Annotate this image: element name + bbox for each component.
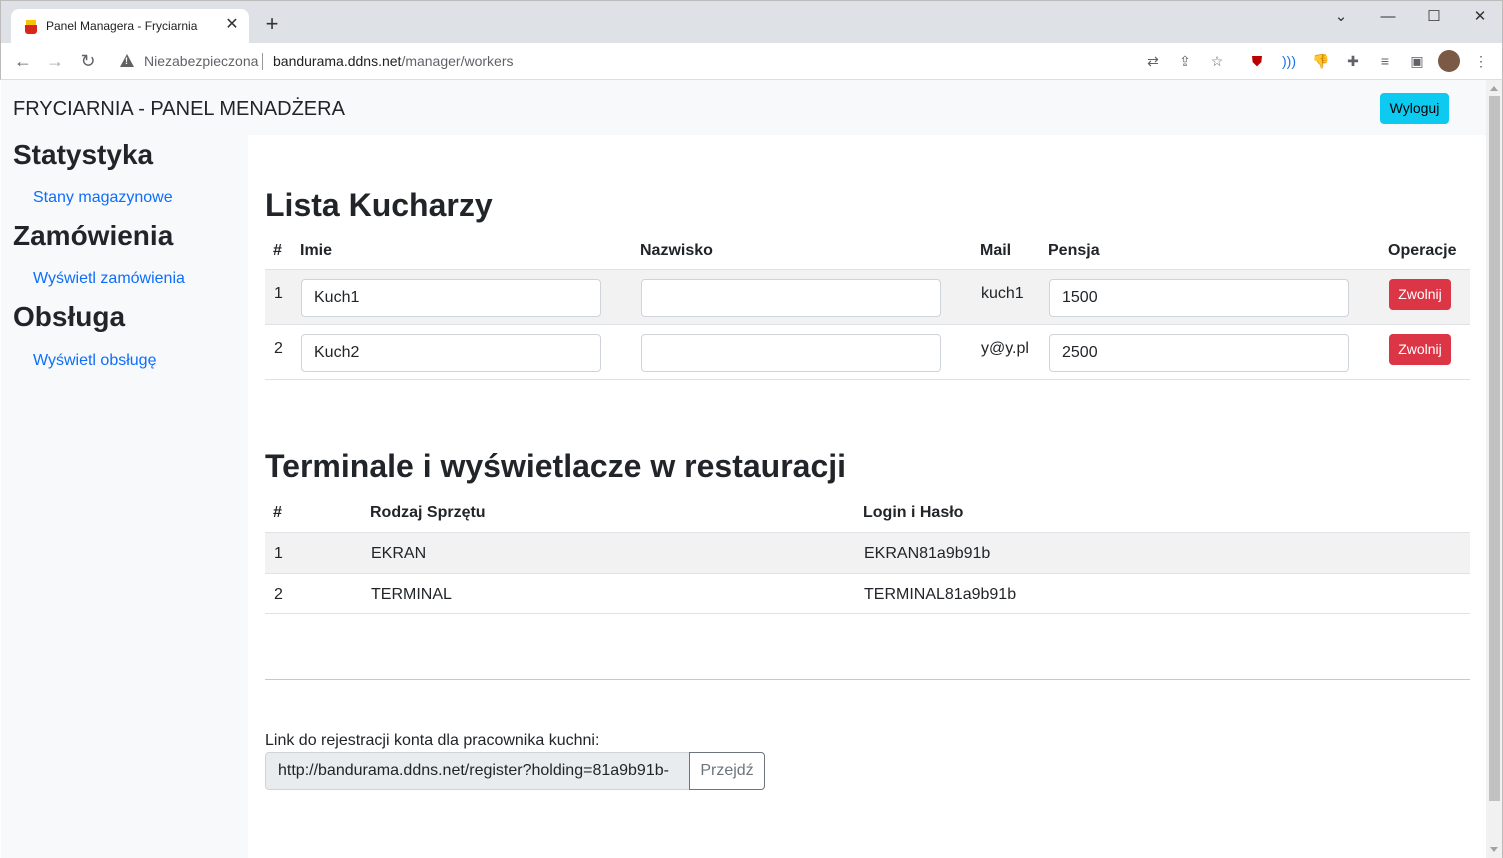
new-tab-icon[interactable]: + (261, 13, 283, 35)
terminals-header-login: Login i Hasło (863, 504, 964, 521)
sidebar-link-wyswietl-obsluge[interactable]: Wyświetl obsługę (33, 352, 156, 370)
ublock-icon[interactable]: ⛊ (1248, 52, 1266, 70)
media-list-icon[interactable]: ≡ (1376, 52, 1394, 70)
back-icon[interactable]: ← (11, 49, 35, 73)
reload-icon[interactable]: ↻ (76, 49, 100, 73)
first-name-input[interactable]: Kuch1 (301, 279, 601, 317)
registration-label: Link do rejestracji konta dla pracownika… (265, 732, 600, 749)
salary-input[interactable]: 1500 (1049, 279, 1349, 317)
fries-favicon-icon (25, 20, 37, 34)
device-login: EKRAN81a9b91b (864, 545, 991, 562)
mail-text: kuch1 (981, 285, 1024, 302)
terminals-title: Terminale i wyświetlacze w restauracji (265, 448, 847, 484)
brand-title: FRYCIARNIA - PANEL MENADŻERA (13, 98, 345, 120)
registration-link-field[interactable]: http://bandurama.ddns.net/register?holdi… (265, 752, 690, 790)
fire-button[interactable]: Zwolnij (1389, 334, 1451, 365)
forward-icon[interactable]: → (43, 49, 67, 73)
table-row: 2 TERMINAL TERMINAL81a9b91b (265, 573, 1470, 614)
browser-tab[interactable]: Panel Managera - Fryciarnia ✕ (11, 9, 249, 45)
device-login: TERMINAL81a9b91b (864, 586, 1017, 603)
menu-kebab-icon[interactable]: ⋮ (1472, 52, 1490, 70)
warning-icon (120, 54, 134, 67)
sidebar-heading-statystyka: Statystyka (13, 139, 154, 170)
scroll-down-icon[interactable] (1490, 847, 1498, 852)
dislike-extension-icon[interactable]: 👎 (1312, 52, 1330, 70)
row-number: 2 (274, 586, 283, 603)
tab-close-icon[interactable]: ✕ (223, 16, 241, 34)
extensions-puzzle-icon[interactable]: ✚ (1344, 52, 1362, 70)
minimize-icon[interactable]: — (1376, 7, 1400, 27)
sidebar-link-wyswietl-zamowienia[interactable]: Wyświetl zamówienia (33, 270, 185, 288)
first-name-input[interactable]: Kuch2 (301, 334, 601, 372)
scroll-thumb[interactable] (1489, 96, 1500, 801)
device-type: TERMINAL (371, 586, 452, 603)
mail-text: y@y.pl (981, 340, 1029, 357)
main-content: Lista Kucharzy # Imie Nazwisko Mail Pens… (248, 135, 1486, 858)
cooks-header-first-name: Imie (300, 242, 333, 259)
security-label: Niezabezpieczona (144, 53, 259, 69)
cooks-title: Lista Kucharzy (265, 187, 493, 223)
address-bar[interactable]: Niezabezpieczona bandurama.ddns.net/mana… (109, 47, 1239, 76)
row-number: 2 (274, 340, 283, 357)
cooks-header-operations: Operacje (1388, 242, 1457, 259)
row-number: 1 (274, 545, 283, 562)
fire-button[interactable]: Zwolnij (1389, 279, 1451, 310)
side-panel-icon[interactable]: ▣ (1408, 52, 1426, 70)
row-number: 1 (274, 285, 283, 302)
page-scrollbar[interactable] (1486, 80, 1503, 858)
divider (265, 679, 1470, 680)
go-button[interactable]: Przejdź (689, 752, 765, 790)
cooks-header-num: # (273, 242, 282, 259)
table-row: 2 Kuch2 y@y.pl 2500 Zwolnij (265, 324, 1470, 380)
sidebar: Statystyka Stany magazynowe Zamówienia W… (1, 135, 248, 858)
translate-icon[interactable]: ⇄ (1144, 52, 1162, 70)
maximize-icon[interactable]: ☐ (1422, 7, 1446, 27)
omnibox-divider (262, 53, 263, 70)
browser-toolbar: ← → ↻ Niezabezpieczona bandurama.ddns.ne… (0, 43, 1503, 80)
url-text: bandurama.ddns.net/manager/workers (273, 53, 514, 69)
sidebar-link-stany-magazynowe[interactable]: Stany magazynowe (33, 189, 173, 207)
scroll-up-icon[interactable] (1490, 86, 1498, 91)
browser-tab-bar: Panel Managera - Fryciarnia ✕ + ⌄ — ☐ ✕ (0, 0, 1503, 45)
device-type: EKRAN (371, 545, 427, 562)
sidebar-heading-zamowienia: Zamówienia (13, 220, 174, 251)
top-navbar: FRYCIARNIA - PANEL MENADŻERA Wyloguj (1, 80, 1486, 135)
logout-button[interactable]: Wyloguj (1380, 93, 1449, 124)
cooks-header-mail: Mail (980, 242, 1012, 259)
extension-wave-icon[interactable]: ))) (1280, 52, 1298, 70)
page-viewport: FRYCIARNIA - PANEL MENADŻERA Wyloguj Sta… (1, 80, 1486, 858)
salary-input[interactable]: 2500 (1049, 334, 1349, 372)
share-icon[interactable]: ⇪ (1176, 52, 1194, 70)
tab-title: Panel Managera - Fryciarnia (46, 19, 198, 33)
terminals-header-num: # (273, 504, 282, 521)
cooks-header-salary: Pensja (1048, 242, 1100, 259)
profile-avatar[interactable] (1438, 50, 1460, 72)
tab-search-icon[interactable]: ⌄ (1329, 7, 1353, 27)
sidebar-heading-obsluga: Obsługa (13, 301, 126, 332)
close-window-icon[interactable]: ✕ (1468, 7, 1492, 27)
table-row: 1 EKRAN EKRAN81a9b91b (265, 532, 1470, 573)
last-name-input[interactable] (641, 334, 941, 372)
cooks-header-last-name: Nazwisko (640, 242, 713, 259)
table-row: 1 Kuch1 kuch1 1500 Zwolnij (265, 269, 1470, 324)
terminals-header-type: Rodzaj Sprzętu (370, 504, 486, 521)
bookmark-star-icon[interactable]: ☆ (1208, 52, 1226, 70)
last-name-input[interactable] (641, 279, 941, 317)
